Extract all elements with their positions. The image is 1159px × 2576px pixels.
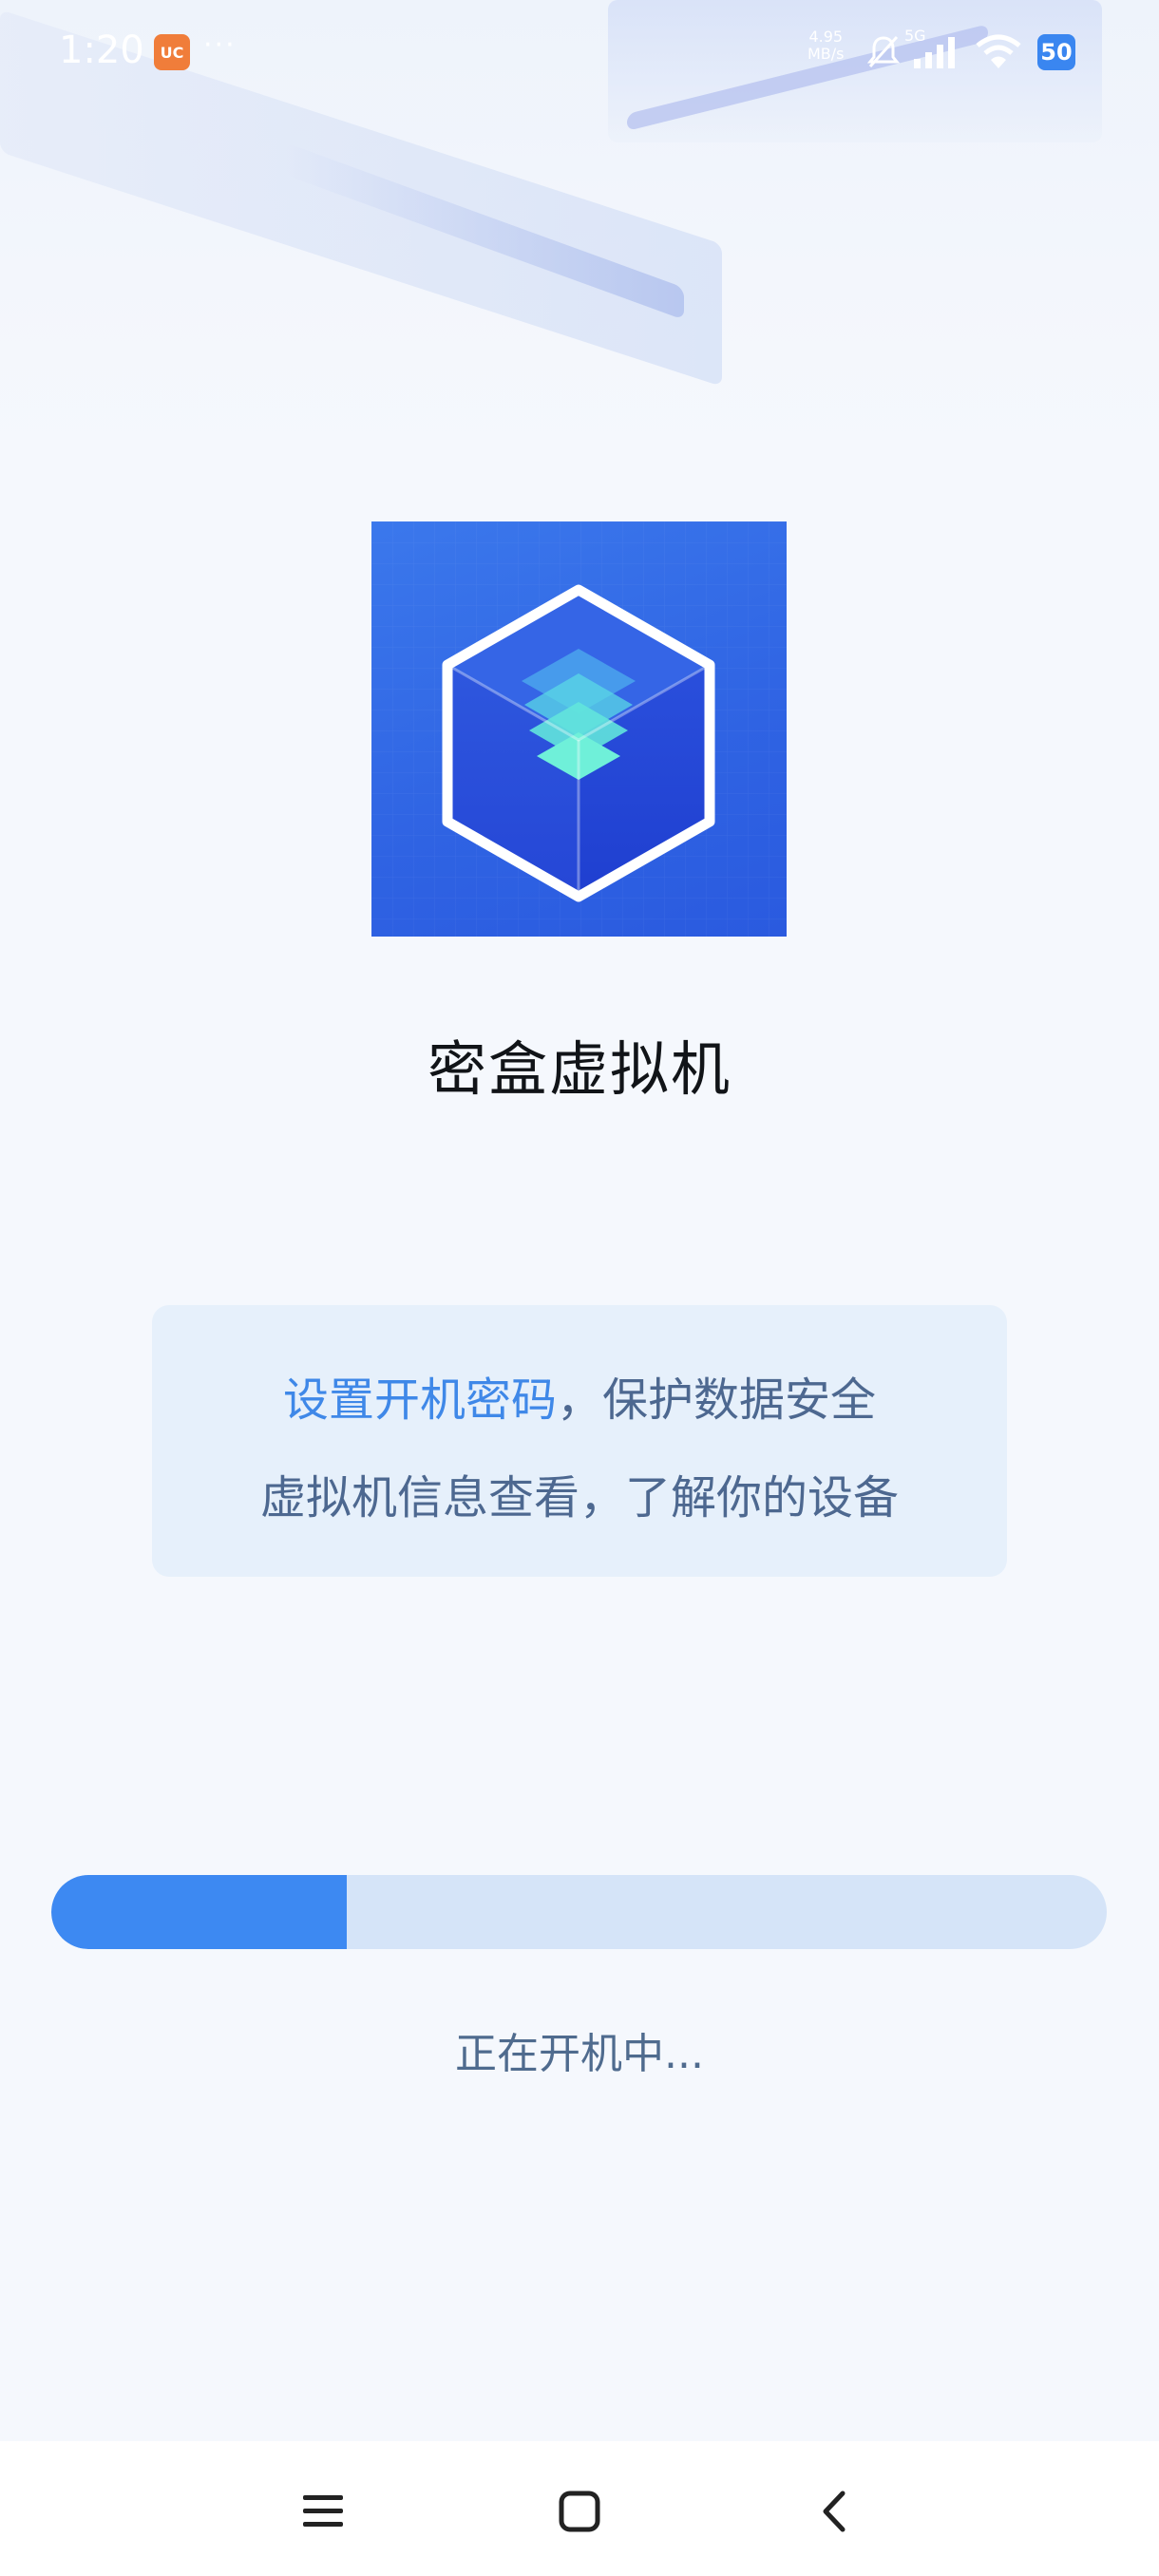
home-icon (559, 2491, 600, 2532)
app-notification-icon: UC (154, 34, 190, 70)
battery-level: 50 (1040, 39, 1073, 66)
back-button[interactable] (798, 2473, 874, 2549)
wifi-icon (975, 34, 1022, 74)
app-name: 密盒虚拟机 (427, 1034, 732, 1104)
status-time: 1:20 (59, 28, 144, 72)
status-bar: 1:20 UC ··· 4.95 MB/s 5G 50 (0, 0, 1159, 104)
info-line-1-text: ，保护数据安全 (557, 1373, 877, 1427)
signal-icon (912, 34, 961, 74)
back-icon (823, 2491, 846, 2532)
network-speed: 4.95 MB/s (808, 28, 845, 63)
cube-layers-icon (371, 521, 787, 937)
menu-icon (303, 2495, 343, 2527)
boot-progress-bar (51, 1875, 1107, 1949)
battery-icon: 50 (1037, 34, 1075, 70)
info-line-2: 虚拟机信息查看，了解你的设备 (259, 1471, 899, 1525)
app-logo (371, 521, 787, 937)
boot-progress-fill (51, 1875, 348, 1949)
feature-info-card: 设置开机密码，保护数据安全 虚拟机信息查看，了解你的设备 (152, 1305, 1007, 1577)
network-speed-unit: MB/s (808, 45, 845, 63)
info-line-1: 设置开机密码，保护数据安全 (152, 1362, 1007, 1429)
app-badge-glyph: UC (160, 43, 184, 62)
boot-status-text: 正在开机中... (455, 2030, 704, 2078)
more-notifications-indicator: ··· (203, 28, 237, 62)
system-navigation-bar (0, 2441, 1159, 2576)
set-boot-password-link[interactable]: 设置开机密码 (283, 1373, 557, 1427)
menu-button[interactable] (285, 2473, 361, 2549)
mute-icon (866, 34, 901, 74)
home-button[interactable] (542, 2473, 618, 2549)
boot-screen: 1:20 UC ··· 4.95 MB/s 5G 50 密盒虚拟机 设置开机密码… (0, 0, 1159, 2576)
network-speed-value: 4.95 (808, 28, 844, 46)
